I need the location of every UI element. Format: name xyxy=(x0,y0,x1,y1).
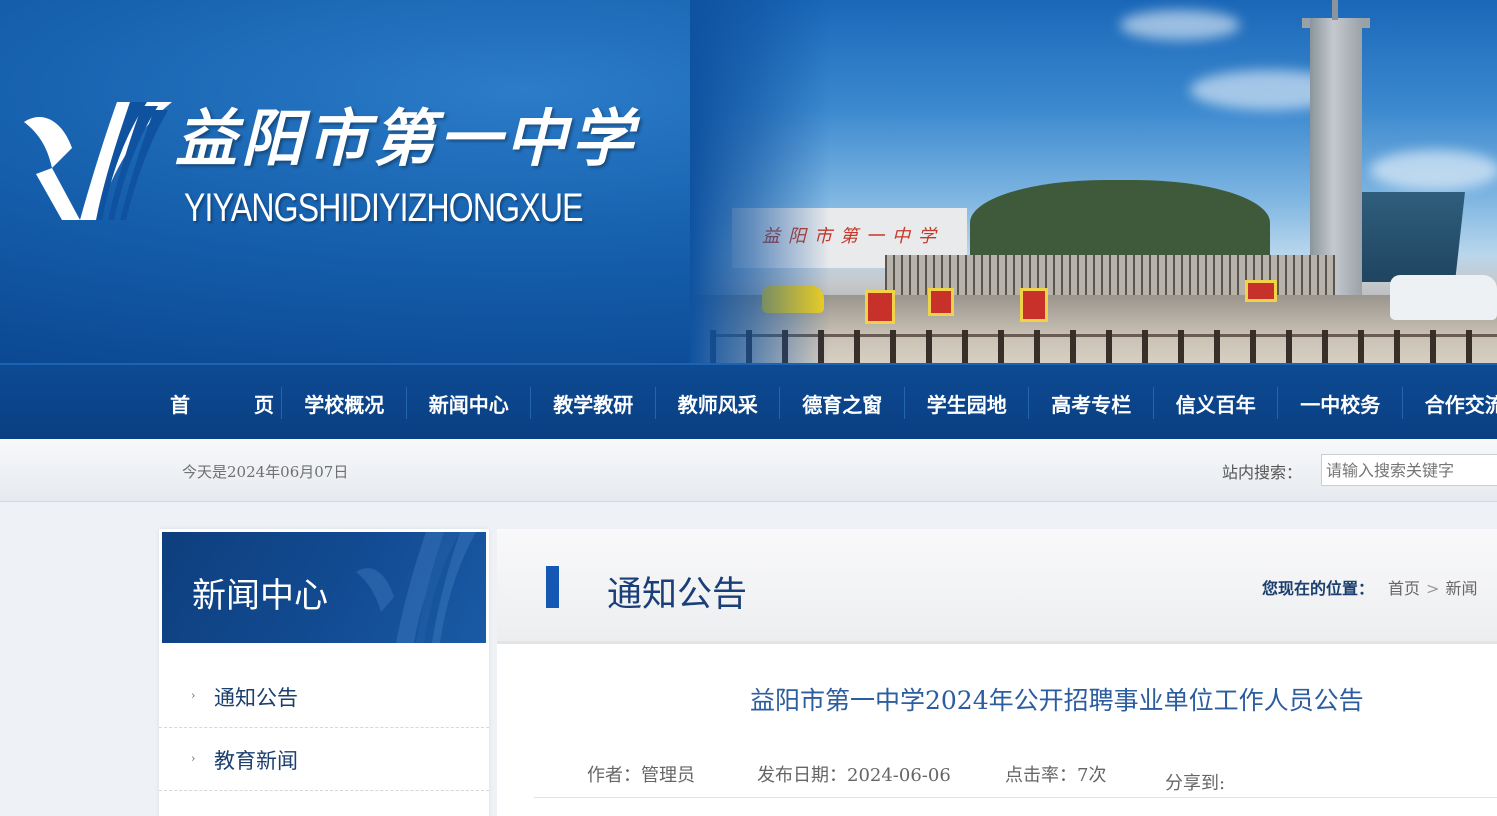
share-label: 分享到: xyxy=(1165,773,1226,794)
nav-item-moral-education[interactable]: 德育之窗 xyxy=(780,365,905,439)
nav-item-centennial[interactable]: 信义百年 xyxy=(1154,365,1279,439)
nav-item-home[interactable]: 首 页 xyxy=(158,365,282,439)
sidebar-item-education-news[interactable]: › 教育新闻 xyxy=(159,728,489,791)
nav-item-cooperation[interactable]: 合作交流 xyxy=(1403,365,1497,439)
breadcrumb-separator-icon: > xyxy=(1426,579,1440,598)
main-nav: 首 页 学校概况 新闻中心 教学教研 教师风采 德育之窗 学生园地 高考专栏 信… xyxy=(0,363,1497,439)
title-accent-bar xyxy=(546,566,559,608)
section-title: 通知公告 xyxy=(607,575,748,615)
sidebar: 新闻中心 › 通知公告 › 教育新闻 xyxy=(159,529,489,816)
breadcrumb-home-link[interactable]: 首页 xyxy=(1388,579,1420,598)
campus-photo: 益阳市第一中学 xyxy=(690,0,1497,363)
current-date: 今天是2024年06月07日 xyxy=(182,463,349,481)
sidebar-item-label: 通知公告 xyxy=(214,686,298,710)
nav-home-label-1: 首 xyxy=(170,393,190,417)
nav-item-teachers[interactable]: 教师风采 xyxy=(656,365,781,439)
school-name-cn: 益阳市第一中学 xyxy=(175,102,638,175)
breadcrumb: 您现在的位置： 首页 > 新闻 xyxy=(1262,575,1477,599)
meta-divider xyxy=(534,797,1497,798)
sidebar-title: 新闻中心 xyxy=(192,576,328,616)
nav-item-gaokao[interactable]: 高考专栏 xyxy=(1029,365,1154,439)
section-header: 通知公告 您现在的位置： 首页 > 新闻 xyxy=(497,529,1497,644)
info-bar: 今天是2024年06月07日 站内搜索： xyxy=(0,439,1497,502)
chevron-right-icon: › xyxy=(191,689,196,702)
sidebar-header: 新闻中心 xyxy=(162,532,486,643)
header-banner: 益阳市第一中学 益阳市第一中学 YIYANGSHIDIYIZHONGXUE xyxy=(0,0,1497,363)
breadcrumb-current[interactable]: 新闻 xyxy=(1445,579,1477,598)
article-clicks: 点击率：7次 xyxy=(1005,765,1107,786)
search-label: 站内搜索： xyxy=(1222,463,1303,482)
nav-item-about[interactable]: 学校概况 xyxy=(282,365,407,439)
sidebar-logo-watermark-icon xyxy=(356,532,476,643)
article-title: 益阳市第一中学2024年公开招聘事业单位工作人员公告 xyxy=(750,686,1364,715)
nav-item-school-affairs[interactable]: 一中校务 xyxy=(1278,365,1403,439)
search-input[interactable] xyxy=(1321,454,1497,486)
nav-item-news[interactable]: 新闻中心 xyxy=(407,365,532,439)
school-logo-icon xyxy=(24,102,172,220)
nav-item-students[interactable]: 学生园地 xyxy=(905,365,1030,439)
chevron-right-icon: › xyxy=(191,752,196,765)
breadcrumb-label: 您现在的位置： xyxy=(1262,579,1375,598)
article-author: 作者：管理员 xyxy=(587,765,695,786)
main-content: 通知公告 您现在的位置： 首页 > 新闻 益阳市第一中学2024年公开招聘事业单位工作… xyxy=(497,529,1497,816)
nav-home-label-2: 页 xyxy=(254,393,274,417)
sidebar-item-notices[interactable]: › 通知公告 xyxy=(159,665,489,728)
article-date: 发布日期：2024-06-06 xyxy=(757,765,951,786)
sidebar-item-label: 教育新闻 xyxy=(214,749,298,773)
nav-item-teaching[interactable]: 教学教研 xyxy=(531,365,656,439)
school-name-en: YIYANGSHIDIYIZHONGXUE xyxy=(184,186,583,230)
